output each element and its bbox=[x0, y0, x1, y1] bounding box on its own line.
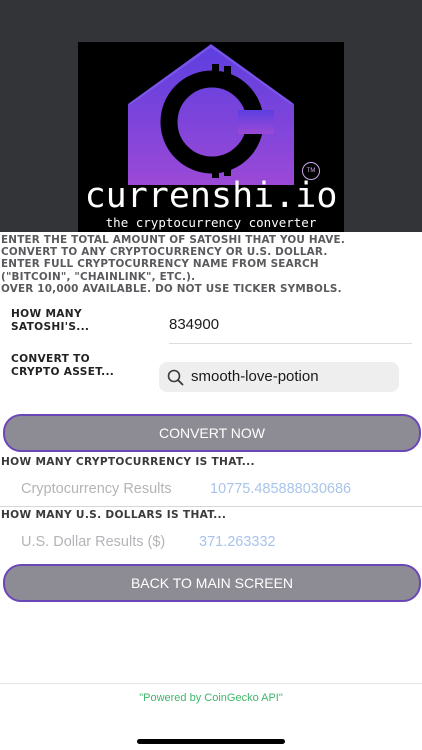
instruction-line: ENTER FULL CRYPTOCURRENCY NAME FROM SEAR… bbox=[1, 258, 319, 271]
asset-label-line: CRYPTO ASSET... bbox=[11, 365, 115, 378]
crypto-results-value: 10775.485888030686 bbox=[210, 481, 352, 497]
instruction-line: ENTER THE TOTAL AMOUNT OF SATOSHI THAT Y… bbox=[1, 234, 345, 246]
results-divider bbox=[0, 506, 422, 507]
crypto-results-label: Cryptocurrency Results bbox=[21, 481, 172, 497]
instruction-line: CONVERT TO ANY CRYPTOCURRENCY OR U.S. DO… bbox=[1, 246, 328, 259]
satoshi-amount-input[interactable]: 834900 bbox=[169, 316, 219, 333]
brand-name: currenshi.io bbox=[84, 176, 338, 216]
back-to-main-button[interactable]: BACK TO MAIN SCREEN bbox=[3, 564, 421, 602]
instruction-line: ("BITCOIN", "CHAINLINK", ETC.). bbox=[1, 270, 196, 283]
usd-results-heading: HOW MANY U.S. DOLLARS IS THAT... bbox=[1, 509, 227, 521]
crypto-asset-label: CONVERT TO CRYPTO ASSET... bbox=[11, 353, 114, 378]
currenshi-logo: TM currenshi.io the cryptocurrency conve… bbox=[78, 42, 344, 232]
crypto-asset-search-field[interactable]: smooth-love-potion bbox=[159, 362, 399, 392]
search-value[interactable]: smooth-love-potion bbox=[191, 368, 319, 385]
satoshi-label-line: HOW MANY bbox=[11, 308, 82, 320]
satoshi-amount-label: HOW MANY SATOSHI'S... bbox=[11, 308, 89, 333]
brand-tagline: the cryptocurrency converter bbox=[105, 215, 317, 230]
home-indicator[interactable] bbox=[137, 739, 285, 744]
satoshi-label-line: SATOSHI'S... bbox=[11, 320, 90, 333]
asset-label-line: CONVERT TO bbox=[11, 353, 90, 365]
footer-divider bbox=[0, 683, 422, 684]
instruction-line: OVER 10,000 AVAILABLE. DO NOT USE TICKER… bbox=[1, 282, 342, 295]
app-header: TM currenshi.io the cryptocurrency conve… bbox=[0, 0, 422, 232]
usd-results-value: 371.263332 bbox=[199, 534, 276, 550]
search-icon bbox=[167, 369, 184, 386]
convert-now-button[interactable]: CONVERT NOW bbox=[3, 414, 421, 452]
powered-by-text[interactable]: "Powered by CoinGecko API" bbox=[0, 692, 422, 704]
crypto-results-heading: HOW MANY CRYPTOCURRENCY IS THAT... bbox=[1, 456, 255, 468]
satoshi-input-underline bbox=[169, 343, 412, 344]
instructions-text: ENTER THE TOTAL AMOUNT OF SATOSHI THAT Y… bbox=[1, 234, 421, 295]
usd-results-label: U.S. Dollar Results ($) bbox=[21, 534, 166, 550]
